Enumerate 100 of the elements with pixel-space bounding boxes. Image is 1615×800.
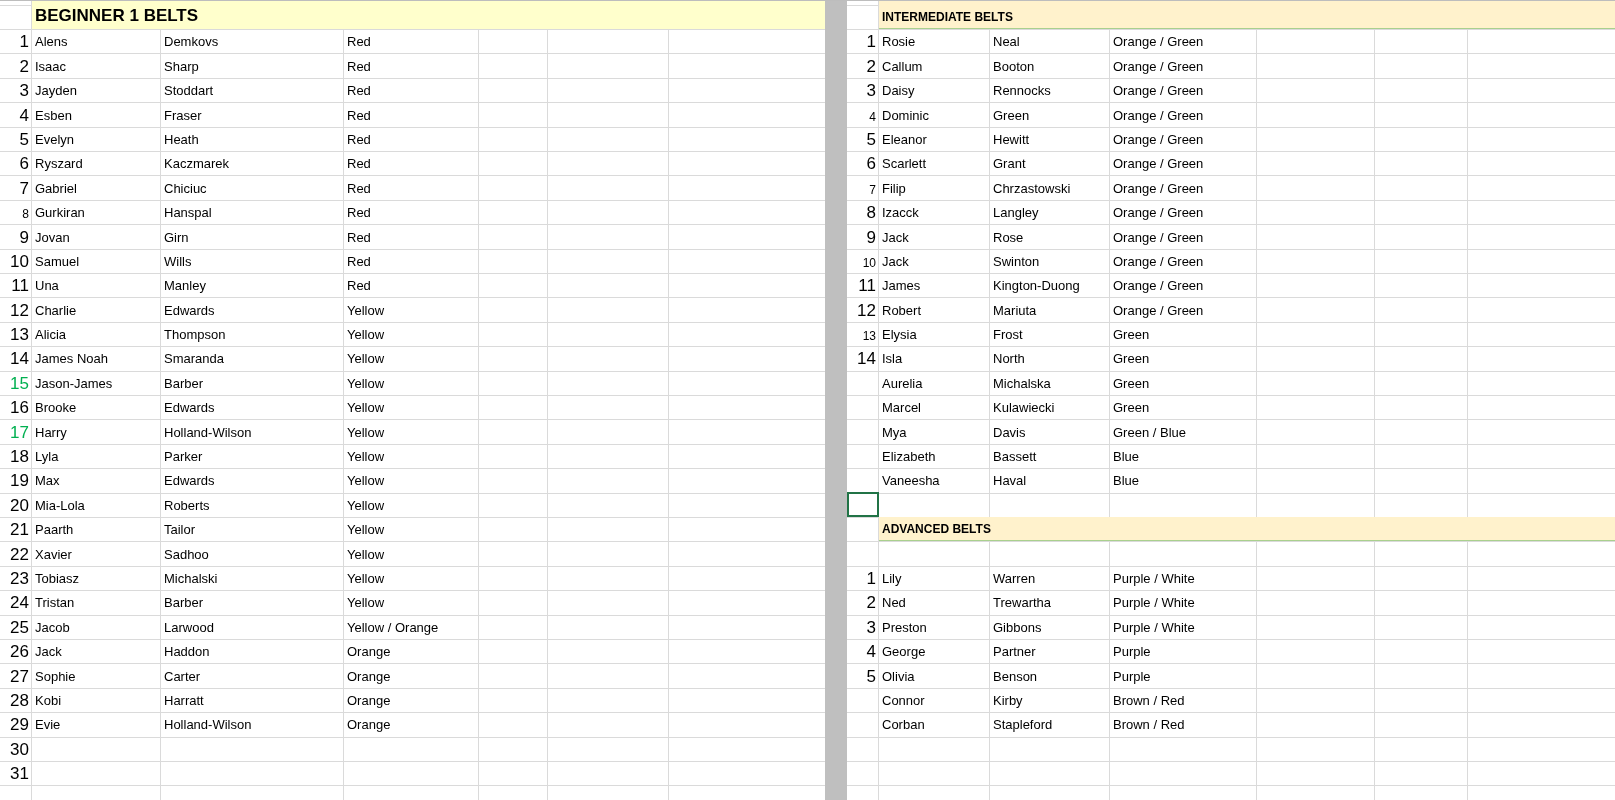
- table-cell-text: Orange: [346, 716, 392, 735]
- table-cell-text: Evie: [34, 716, 62, 735]
- row-number: 16: [9, 397, 30, 420]
- table-cell-text: Manley: [163, 277, 207, 296]
- table-cell-text: Green: [992, 106, 1031, 125]
- row-number: 4: [865, 641, 877, 664]
- table-cell-text: Green / Blue: [1112, 423, 1187, 442]
- table-cell-text: Elizabeth: [881, 448, 937, 467]
- row-number: 24: [9, 592, 30, 615]
- table-cell-text: Kulawiecki: [992, 399, 1056, 418]
- table-cell-text: Davis: [992, 423, 1027, 442]
- table-cell-text: Eleanor: [881, 130, 928, 149]
- table-cell-text: Red: [346, 82, 372, 101]
- table-cell-text: Orange / Green: [1112, 179, 1205, 198]
- table-cell-text: Stapleford: [992, 716, 1054, 735]
- table-cell-text: Warren: [992, 570, 1037, 588]
- table-cell-text: James Noah: [34, 350, 109, 369]
- table-cell-text: Harratt: [163, 691, 205, 710]
- table-cell-text: Jacob: [34, 618, 71, 637]
- table-cell-text: Samuel: [34, 252, 81, 271]
- table-cell-text: Vaneesha: [881, 472, 941, 491]
- table-cell-text: Orange / Green: [1112, 82, 1205, 101]
- table-cell-text: Holland-Wilson: [163, 716, 253, 735]
- table-cell-text: Max: [34, 472, 61, 491]
- table-cell-text: Carter: [163, 667, 202, 686]
- row-number: 11: [857, 275, 877, 298]
- table-cell-text: Paarth: [34, 521, 75, 540]
- table-cell-text: Jovan: [34, 228, 71, 247]
- table-cell-text: Booton: [992, 57, 1036, 76]
- table-cell-text: Brown / Red: [1112, 691, 1186, 710]
- table-cell-text: Tristan: [34, 594, 76, 613]
- table-cell-text: Sadhoo: [163, 545, 210, 564]
- table-cell-text: Isaac: [34, 57, 68, 76]
- table-cell-text: Orange / Green: [1112, 33, 1205, 52]
- table-cell-text: Ned: [881, 594, 907, 613]
- table-cell-text: Barber: [163, 594, 205, 613]
- row-number: 14: [856, 348, 877, 371]
- table-cell-text: Red: [346, 155, 372, 174]
- table-cell-text: Partner: [992, 643, 1037, 662]
- table-cell-text: Scarlett: [881, 155, 928, 174]
- table-cell-text: Corban: [881, 716, 926, 735]
- table-cell-text: Grant: [992, 155, 1027, 174]
- table-cell-text: Brooke: [34, 399, 78, 418]
- table-cell-text: Jason-James: [34, 374, 114, 393]
- row-number: 31: [9, 763, 30, 786]
- table-cell-text: Green: [1112, 350, 1151, 369]
- row-number: 28: [9, 689, 30, 712]
- table-cell-text: Green: [1112, 326, 1151, 345]
- table-cell-text: Orange / Green: [1112, 228, 1205, 247]
- table-cell-text: Ryszard: [34, 155, 84, 174]
- section-title: INTERMEDIATE BELTS: [879, 1, 1615, 29]
- table-cell-text: Orange: [346, 691, 392, 710]
- table-cell-text: Yellow: [346, 570, 386, 588]
- table-cell-text: Red: [346, 252, 372, 271]
- table-cell-text: Xavier: [34, 545, 73, 564]
- table-cell-text: Robert: [881, 301, 923, 320]
- row-number: 7: [18, 177, 30, 200]
- table-cell-text: Lyla: [34, 448, 60, 467]
- row-number: 1: [18, 31, 30, 54]
- row-number: 2: [865, 55, 877, 78]
- table-cell-text: Kaczmarek: [163, 155, 231, 174]
- table-cell-text: Mariuta: [992, 301, 1038, 320]
- table-cell-text: Harry: [34, 423, 68, 442]
- selected-cell[interactable]: [847, 492, 879, 517]
- table-cell-text: Roberts: [163, 496, 211, 515]
- table-cell-text: Esben: [34, 106, 73, 125]
- table-cell-text: Filip: [881, 179, 907, 198]
- table-cell-text: Red: [346, 204, 372, 223]
- table-cell-text: Brown / Red: [1112, 716, 1186, 735]
- table-cell-text: Rose: [992, 228, 1025, 247]
- row-number: 1: [865, 568, 877, 590]
- table-cell-text: Yellow: [346, 521, 386, 540]
- table-cell-text: Jayden: [34, 82, 78, 101]
- table-cell-text: Hanspal: [163, 204, 213, 223]
- table-cell-text: Blue: [1112, 448, 1141, 467]
- table-cell-text: Thompson: [163, 326, 227, 345]
- row-number: 9: [18, 226, 30, 249]
- table-cell-text: Sharp: [163, 57, 200, 76]
- table-cell-text: Red: [346, 106, 372, 125]
- table-cell-text: Larwood: [163, 618, 215, 637]
- row-number: 19: [9, 470, 30, 493]
- row-number: 30: [9, 738, 30, 761]
- table-cell-text: Preston: [881, 618, 928, 637]
- table-cell-text: Marcel: [881, 399, 922, 418]
- table-cell-text: Evelyn: [34, 130, 76, 149]
- table-cell-text: Michalska: [992, 374, 1052, 393]
- row-number: 23: [9, 568, 30, 590]
- row-number: 18: [9, 446, 30, 469]
- row-number: 12: [856, 299, 877, 322]
- table-cell-text: Wills: [163, 252, 193, 271]
- row-number: 14: [9, 348, 30, 371]
- table-cell-text: Lily: [881, 570, 903, 588]
- row-number: 11: [10, 275, 30, 298]
- table-cell-text: James: [881, 277, 922, 296]
- table-cell-text: Yellow: [346, 399, 386, 418]
- table-cell-text: Rosie: [881, 33, 917, 52]
- table-cell-text: Red: [346, 277, 372, 296]
- table-cell-text: Mia-Lola: [34, 496, 86, 515]
- row-number: 27: [9, 665, 30, 688]
- table-cell-text: Tobiasz: [34, 570, 81, 588]
